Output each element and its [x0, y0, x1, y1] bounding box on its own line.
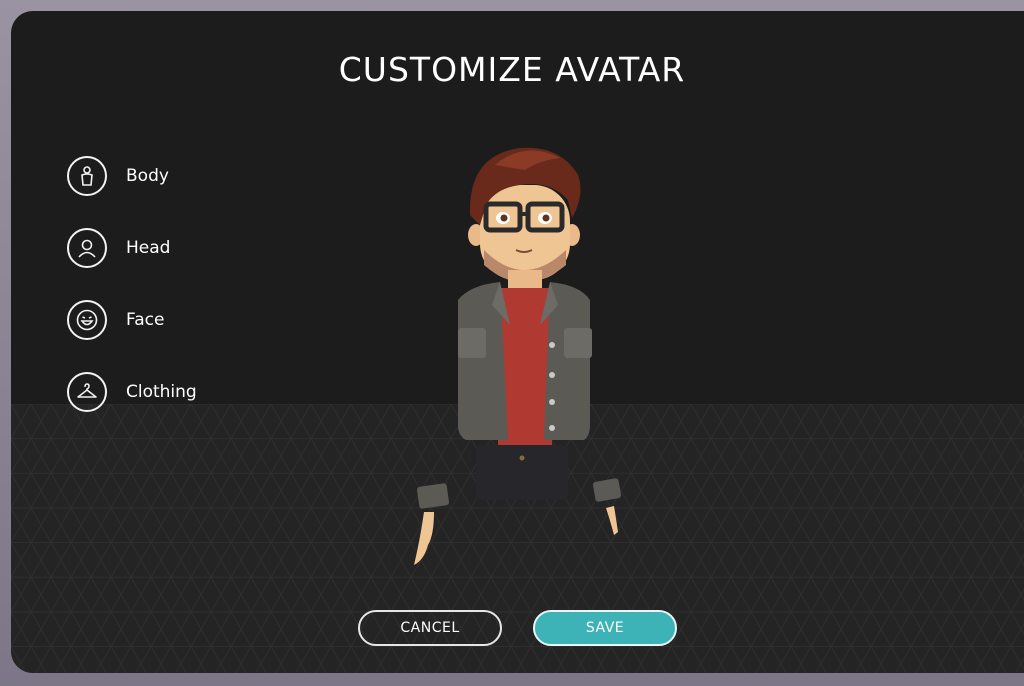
body-icon	[67, 156, 107, 196]
menu-item-clothing[interactable]: Clothing	[67, 369, 247, 415]
avatar-preview[interactable]	[400, 140, 640, 580]
menu-label-head: Head	[126, 238, 171, 258]
face-icon	[67, 300, 107, 340]
cancel-button[interactable]: CANCEL	[358, 610, 502, 646]
head-icon	[67, 228, 107, 268]
hanger-icon	[67, 372, 107, 412]
menu-label-face: Face	[126, 310, 165, 330]
menu-label-clothing: Clothing	[126, 382, 197, 402]
menu-item-body[interactable]: Body	[67, 153, 247, 199]
menu-item-face[interactable]: Face	[67, 297, 247, 343]
save-button[interactable]: SAVE	[533, 610, 677, 646]
menu-item-head[interactable]: Head	[67, 225, 247, 271]
page-title: CUSTOMIZE AVATAR	[338, 50, 686, 89]
menu-label-body: Body	[126, 166, 169, 186]
